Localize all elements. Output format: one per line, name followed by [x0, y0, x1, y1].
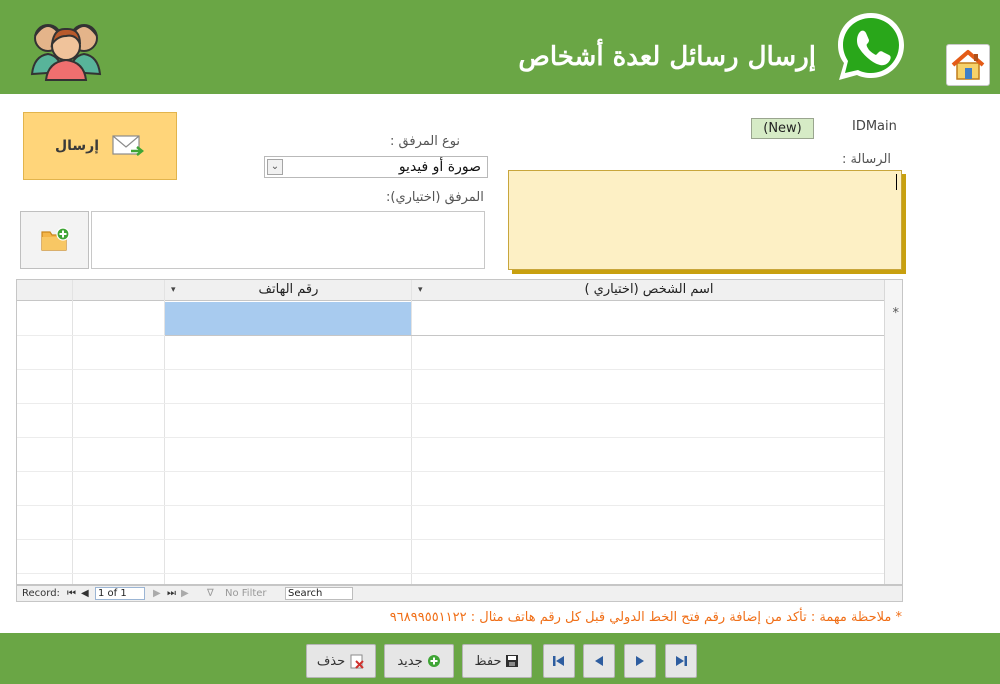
previous-record-button[interactable]: [583, 644, 615, 678]
attachment-type-label: نوع المرفق :: [390, 134, 461, 149]
record-navigation-bar: Record: ⏮ ◀ 1 of 1 ▶ ⏭ ▶ ∇ No Filter Sea…: [16, 585, 903, 602]
home-button[interactable]: [946, 44, 990, 86]
attachment-label: المرفق (اختياري):: [386, 190, 484, 205]
column-dropdown-icon[interactable]: ▾: [418, 280, 423, 300]
record-label: Record:: [22, 588, 60, 599]
save-button[interactable]: حفظ: [462, 644, 532, 678]
grid-header-blank: [17, 280, 165, 301]
grid-line: [17, 471, 902, 472]
idmain-label: IDMain: [852, 119, 897, 134]
column-header-phone-label: رقم الهاتف: [258, 282, 319, 297]
envelope-arrow-icon: [112, 135, 145, 156]
phone-input-cell[interactable]: [165, 302, 411, 335]
attachment-type-select[interactable]: صورة أو فيديو ⌄: [264, 156, 488, 178]
grid-line: [17, 573, 902, 574]
last-record-icon: [676, 656, 687, 666]
contacts-datasheet[interactable]: ▾ رقم الهاتف ▾ اسم الشخص (اختياري ) *: [16, 279, 903, 585]
grid-line: [17, 437, 902, 438]
folder-add-icon: [40, 227, 70, 251]
grid-line: [17, 539, 902, 540]
new-button[interactable]: جديد: [384, 644, 454, 678]
next-record-button[interactable]: [624, 644, 656, 678]
column-header-name[interactable]: ▾ اسم الشخص (اختياري ): [412, 280, 886, 301]
previous-record-nav-icon[interactable]: ◀: [81, 588, 89, 599]
next-record-icon: [636, 656, 644, 666]
no-filter-label[interactable]: No Filter: [225, 588, 267, 599]
last-record-button[interactable]: [665, 644, 697, 678]
column-dropdown-icon[interactable]: ▾: [171, 280, 176, 300]
chevron-down-icon[interactable]: ⌄: [267, 159, 283, 175]
new-record-marker: *: [892, 306, 900, 321]
page-title: إرسال رسائل لعدة أشخاص: [518, 42, 816, 72]
home-icon: [951, 50, 985, 80]
important-note: * ملاحظة مهمة : تأكد من إضافة رقم فتح ال…: [389, 610, 902, 625]
new-row-border: [165, 335, 884, 336]
column-header-phone[interactable]: ▾ رقم الهاتف: [165, 280, 412, 301]
record-selector-column[interactable]: *: [884, 280, 902, 584]
current-record-input[interactable]: 1 of 1: [95, 587, 145, 600]
attachment-path-field[interactable]: [91, 211, 485, 269]
message-textarea[interactable]: [508, 170, 902, 270]
send-button[interactable]: إرسال: [23, 112, 177, 180]
send-button-label: إرسال: [54, 138, 100, 154]
idmain-field[interactable]: (New): [751, 118, 814, 139]
grid-line: [17, 505, 902, 506]
previous-record-icon: [595, 656, 603, 666]
filter-icon[interactable]: ∇: [207, 588, 214, 599]
add-icon: [427, 655, 440, 667]
delete-button[interactable]: حذف: [306, 644, 376, 678]
first-record-button[interactable]: [543, 644, 575, 678]
new-record-nav-icon[interactable]: ▶: [181, 588, 189, 599]
grid-line: [17, 403, 902, 404]
column-header-name-label: اسم الشخص (اختياري ): [584, 282, 714, 297]
next-record-nav-icon[interactable]: ▶: [153, 588, 161, 599]
text-caret: [896, 174, 897, 190]
save-icon: [506, 655, 519, 667]
save-button-label: حفظ: [474, 653, 502, 669]
message-label: الرسالة :: [842, 152, 892, 167]
delete-button-label: حذف: [316, 653, 346, 669]
first-record-nav-icon[interactable]: ⏮: [67, 588, 76, 599]
first-record-icon: [553, 656, 564, 666]
new-button-label: جديد: [397, 653, 423, 669]
last-record-nav-icon[interactable]: ⏭: [167, 588, 176, 599]
name-input-cell[interactable]: [412, 302, 886, 335]
attachment-type-value: صورة أو فيديو: [398, 159, 481, 175]
send-messages-form: إرسال رسائل لعدة أشخاص IDMain (New) الرس…: [0, 0, 1000, 684]
grid-line: [17, 369, 902, 370]
users-group-icon: [30, 24, 102, 81]
whatsapp-icon: [838, 13, 904, 80]
delete-icon: [350, 654, 364, 669]
search-input[interactable]: Search: [285, 587, 353, 600]
browse-attachment-button[interactable]: [20, 211, 89, 269]
